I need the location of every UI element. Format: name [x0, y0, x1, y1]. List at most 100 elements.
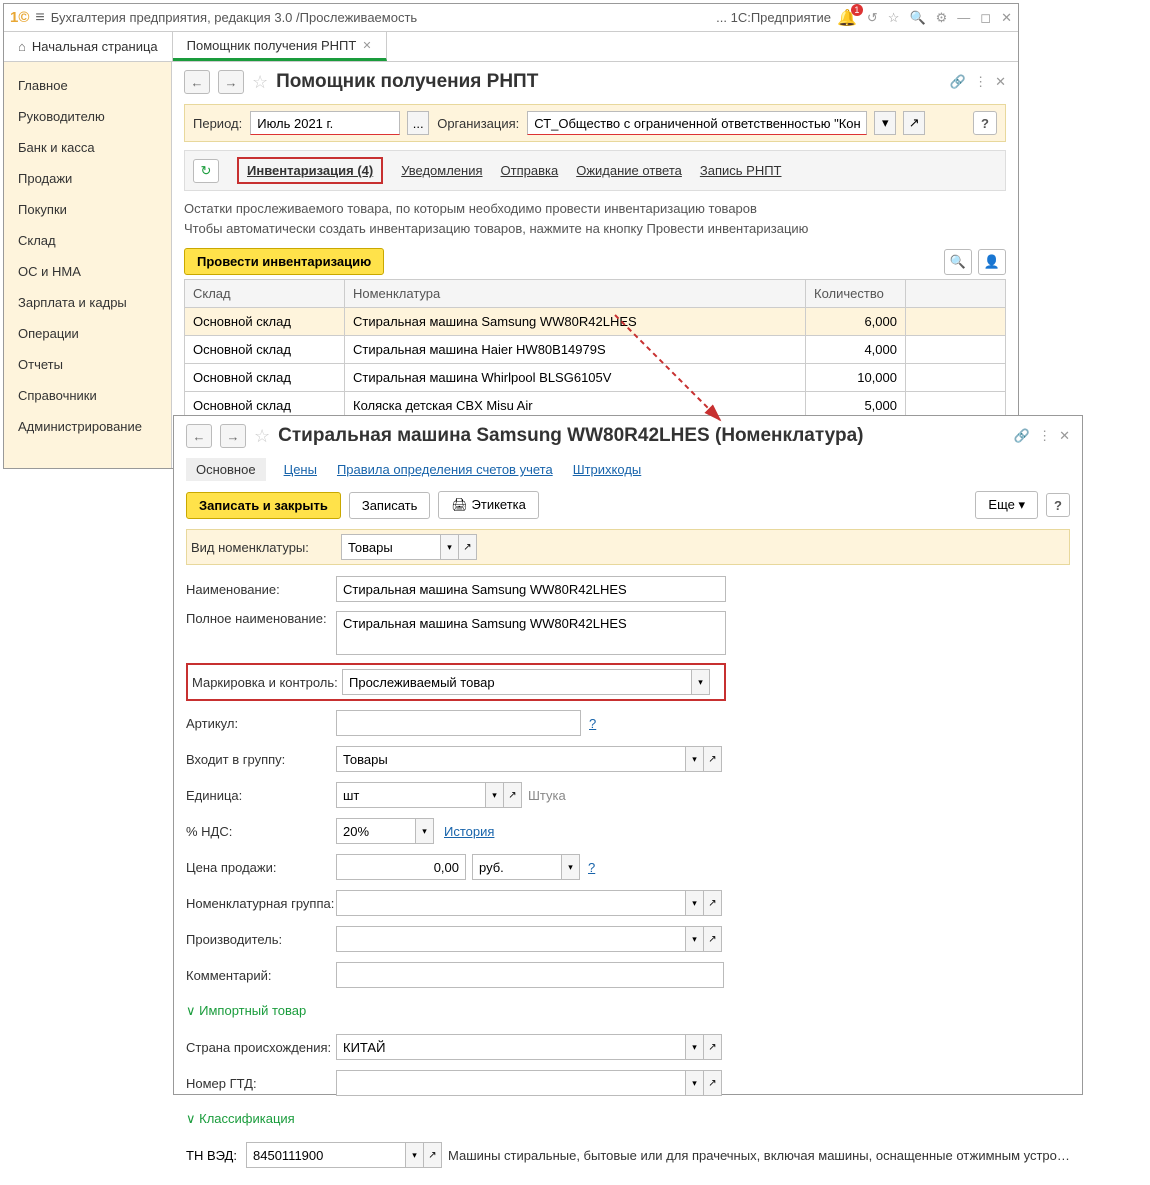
sidebar-item-salary[interactable]: Зарплата и кадры: [4, 287, 171, 318]
manuf-input[interactable]: [336, 926, 686, 952]
manuf-dropdown[interactable]: ▾: [686, 926, 704, 952]
tab-waiting[interactable]: Ожидание ответа: [576, 163, 682, 178]
subtab-accounts[interactable]: Правила определения счетов учета: [335, 458, 555, 481]
tnved-input[interactable]: [246, 1142, 406, 1168]
vat-dropdown[interactable]: ▾: [416, 818, 434, 844]
tab-home[interactable]: Начальная страница: [4, 32, 173, 61]
help-button[interactable]: ?: [1046, 493, 1070, 517]
back-button[interactable]: ←: [184, 70, 210, 94]
article-input[interactable]: [336, 710, 581, 736]
gtd-dropdown[interactable]: ▾: [686, 1070, 704, 1096]
import-section-toggle[interactable]: Импортный товар: [186, 1003, 306, 1019]
search-icon[interactable]: 🔍: [909, 10, 925, 26]
country-dropdown[interactable]: ▾: [686, 1034, 704, 1060]
country-open[interactable]: ↗: [704, 1034, 722, 1060]
settings-icon[interactable]: ⚙: [936, 10, 948, 26]
maximize-icon[interactable]: ◻: [980, 10, 991, 26]
more-icon[interactable]: ⋮: [974, 74, 987, 90]
org-open-button[interactable]: ↗: [903, 111, 925, 135]
tab-notifications[interactable]: Уведомления: [401, 163, 482, 178]
class-section-toggle[interactable]: Классификация: [186, 1111, 295, 1127]
star-icon[interactable]: ☆: [252, 72, 268, 93]
hamburger-icon[interactable]: ≡: [35, 9, 44, 27]
sidebar-item-reports[interactable]: Отчеты: [4, 349, 171, 380]
period-input[interactable]: [250, 111, 400, 135]
user-icon[interactable]: 👤: [978, 249, 1006, 275]
star-icon[interactable]: ☆: [254, 426, 270, 447]
col-quantity[interactable]: Количество: [806, 280, 906, 308]
name-input[interactable]: [336, 576, 726, 602]
type-input[interactable]: [341, 534, 441, 560]
group-input[interactable]: [336, 746, 686, 772]
tab-record[interactable]: Запись РНПТ: [700, 163, 782, 178]
period-picker-button[interactable]: ...: [407, 111, 429, 135]
tab-close-icon[interactable]: ✕: [362, 39, 371, 52]
sidebar-item-assets[interactable]: ОС и НМА: [4, 256, 171, 287]
group-dropdown[interactable]: ▾: [686, 746, 704, 772]
label-button[interactable]: 🖨 Этикетка: [438, 491, 538, 519]
manuf-open[interactable]: ↗: [704, 926, 722, 952]
country-input[interactable]: [336, 1034, 686, 1060]
forward-button[interactable]: →: [218, 70, 244, 94]
sidebar-item-purchase[interactable]: Покупки: [4, 194, 171, 225]
subtab-prices[interactable]: Цены: [282, 458, 319, 481]
minimize-icon[interactable]: —: [957, 10, 970, 25]
subtab-barcodes[interactable]: Штрихкоды: [571, 458, 644, 481]
table-row[interactable]: Основной складСтиральная машина Whirlpoo…: [185, 364, 1006, 392]
link-icon[interactable]: 🔗: [950, 74, 966, 90]
sidebar-item-warehouse[interactable]: Склад: [4, 225, 171, 256]
tab-sending[interactable]: Отправка: [501, 163, 559, 178]
table-row[interactable]: Основной складСтиральная машина Samsung …: [185, 308, 1006, 336]
nomgroup-open[interactable]: ↗: [704, 890, 722, 916]
sidebar-item-main[interactable]: Главное: [4, 70, 171, 101]
type-dropdown[interactable]: ▾: [441, 534, 459, 560]
sidebar-item-sales[interactable]: Продажи: [4, 163, 171, 194]
link-icon[interactable]: 🔗: [1014, 428, 1030, 444]
close-icon[interactable]: ✕: [1001, 10, 1012, 26]
nomgroup-input[interactable]: [336, 890, 686, 916]
price-input[interactable]: [336, 854, 466, 880]
back-button[interactable]: ←: [186, 424, 212, 448]
refresh-button[interactable]: ↻: [193, 159, 219, 183]
sidebar-item-manager[interactable]: Руководителю: [4, 101, 171, 132]
vat-history-link[interactable]: История: [444, 824, 494, 839]
gtd-open[interactable]: ↗: [704, 1070, 722, 1096]
write-close-button[interactable]: Записать и закрыть: [186, 492, 341, 519]
more-icon[interactable]: ⋮: [1038, 428, 1051, 444]
tnved-dropdown[interactable]: ▾: [406, 1142, 424, 1168]
unit-input[interactable]: [336, 782, 486, 808]
nomgroup-dropdown[interactable]: ▾: [686, 890, 704, 916]
tab-assistant[interactable]: Помощник получения РНПТ✕: [173, 32, 387, 61]
tab-inventory[interactable]: Инвентаризация (4): [237, 157, 383, 184]
col-nomenclature[interactable]: Номенклатура: [345, 280, 806, 308]
currency-dropdown[interactable]: ▾: [562, 854, 580, 880]
comment-input[interactable]: [336, 962, 724, 988]
tnved-open[interactable]: ↗: [424, 1142, 442, 1168]
marking-dropdown[interactable]: ▾: [692, 669, 710, 695]
sidebar-item-bank[interactable]: Банк и касса: [4, 132, 171, 163]
sidebar-item-operations[interactable]: Операции: [4, 318, 171, 349]
type-open[interactable]: ↗: [459, 534, 477, 560]
run-inventory-button[interactable]: Провести инвентаризацию: [184, 248, 384, 275]
forward-button[interactable]: →: [220, 424, 246, 448]
sidebar-item-catalogs[interactable]: Справочники: [4, 380, 171, 411]
favorite-icon[interactable]: ☆: [888, 10, 900, 26]
org-dropdown-button[interactable]: ▾: [874, 111, 896, 135]
close-panel-icon[interactable]: ✕: [995, 74, 1006, 90]
more-button[interactable]: Еще ▾: [975, 491, 1038, 519]
article-help[interactable]: ?: [589, 716, 596, 731]
group-open[interactable]: ↗: [704, 746, 722, 772]
unit-open[interactable]: ↗: [504, 782, 522, 808]
marking-input[interactable]: [342, 669, 692, 695]
write-button[interactable]: Записать: [349, 492, 431, 519]
currency-input[interactable]: [472, 854, 562, 880]
org-input[interactable]: [527, 111, 867, 135]
close-panel-icon[interactable]: ✕: [1059, 428, 1070, 444]
price-help[interactable]: ?: [588, 860, 595, 875]
bell-icon[interactable]: 🔔: [837, 8, 857, 28]
gtd-input[interactable]: [336, 1070, 686, 1096]
col-warehouse[interactable]: Склад: [185, 280, 345, 308]
sidebar-item-admin[interactable]: Администрирование: [4, 411, 171, 442]
search-table-icon[interactable]: 🔍: [944, 249, 972, 275]
fullname-input[interactable]: [336, 611, 726, 655]
